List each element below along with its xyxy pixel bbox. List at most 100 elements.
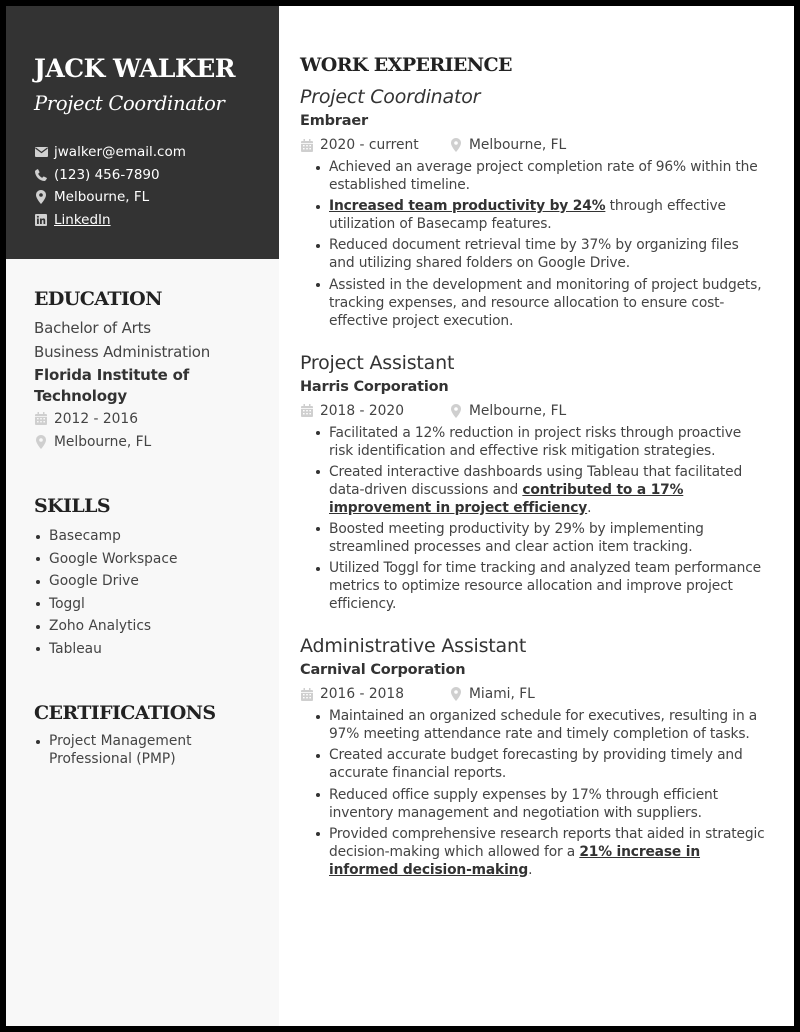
main-content: WORK EXPERIENCE Project Coordinator Embr… [279, 6, 794, 1026]
location-text: Melbourne, FL [54, 189, 150, 206]
contact-phone[interactable]: (123) 456-7890 [34, 164, 279, 187]
achievement-item: Provided comprehensive research reports … [314, 825, 768, 879]
sidebar: JACK WALKER Project Coordinator jwalker@… [6, 6, 279, 1026]
education-location-text: Melbourne, FL [54, 433, 152, 450]
calendar-icon [34, 412, 48, 426]
achievement-item: Created interactive dashboards using Tab… [314, 463, 768, 517]
achievement-text: Boosted meeting productivity by 29% by i… [329, 520, 704, 555]
achievement-item: Boosted meeting productivity by 29% by i… [314, 520, 768, 556]
job-dates: 2020 - current [300, 137, 449, 153]
contact-email[interactable]: jwalker@email.com [34, 141, 279, 164]
job-meta: 2016 - 2018 Miami, FL [300, 681, 768, 707]
map-pin-icon [34, 434, 48, 449]
achievement-text: Maintained an organized schedule for exe… [329, 708, 758, 743]
achievement-text: Reduced office supply expenses by 17% th… [329, 786, 718, 821]
contact-linkedin[interactable]: LinkedIn [34, 209, 279, 232]
job-location-text: Melbourne, FL [469, 137, 567, 153]
company-name: Embraer [300, 113, 368, 129]
achievement-item: Maintained an organized schedule for exe… [314, 707, 768, 743]
contact-list: jwalker@email.com (123) 456-7890 Melbour… [34, 141, 279, 231]
job-location: Miami, FL [449, 686, 535, 702]
job-dates: 2018 - 2020 [300, 403, 449, 419]
job-bullets: Facilitated a 12% reduction in project r… [314, 424, 768, 614]
education-heading: EDUCATION [34, 288, 163, 310]
achievement-text: Achieved an average project completion r… [329, 159, 758, 193]
job-list: Project Coordinator Embraer 2020 - curre… [300, 84, 768, 879]
certification-item: Project Management Professional (PMP) [34, 732, 224, 768]
skill-item: Basecamp [34, 525, 279, 548]
achievement-text: Created accurate budget forecasting by p… [329, 747, 743, 782]
map-pin-icon [449, 138, 463, 152]
linkedin-icon [34, 213, 48, 227]
achievement-item: Reduced document retrieval time by 37% b… [314, 236, 768, 272]
envelope-icon [34, 145, 48, 159]
job-title: Project Assistant [300, 351, 455, 374]
linkedin-link[interactable]: LinkedIn [54, 212, 111, 228]
resume-page: JACK WALKER Project Coordinator jwalker@… [6, 6, 794, 1026]
certifications-heading: CERTIFICATIONS [34, 702, 216, 724]
education-location: Melbourne, FL [34, 430, 279, 453]
job-location: Melbourne, FL [449, 403, 566, 419]
skills-section: SKILLS Basecamp Google Workspace Google … [6, 493, 279, 660]
company-name: Harris Corporation [300, 378, 449, 395]
calendar-icon [300, 138, 314, 152]
work-experience-heading: WORK EXPERIENCE [300, 54, 513, 76]
map-pin-icon [34, 190, 48, 205]
map-pin-icon [449, 687, 463, 702]
phone-icon [34, 168, 48, 182]
job-meta: 2018 - 2020 Melbourne, FL [300, 398, 768, 424]
achievement-item: Increased team productivity by 24% throu… [314, 197, 768, 233]
job-entry: Project Assistant Harris Corporation 201… [300, 350, 768, 614]
job-dates-text: 2018 - 2020 [320, 402, 404, 419]
skill-item: Google Workspace [34, 548, 279, 571]
job-title: Project Coordinator [300, 86, 481, 108]
achievement-item: Assisted in the development and monitori… [314, 276, 768, 330]
degree: Bachelor of Arts [34, 319, 151, 337]
skill-item: Zoho Analytics [34, 615, 279, 638]
job-title: Administrative Assistant [300, 635, 527, 658]
achievement-text-end: . [587, 499, 592, 516]
job-bullets: Maintained an organized schedule for exe… [314, 707, 768, 879]
job-dates-text: 2020 - current [320, 137, 419, 153]
skill-item: Toggl [34, 593, 279, 616]
job-meta: 2020 - current Melbourne, FL [300, 132, 768, 158]
education-section: EDUCATION Bachelor of Arts Business Admi… [6, 286, 279, 453]
phone-text: (123) 456-7890 [54, 166, 160, 183]
job-entry: Project Coordinator Embraer 2020 - curre… [300, 84, 768, 330]
achievement-text: Assisted in the development and monitori… [329, 276, 762, 329]
candidate-name: JACK WALKER [34, 54, 236, 83]
job-dates-text: 2016 - 2018 [320, 686, 404, 703]
job-location-text: Miami, FL [469, 686, 535, 703]
map-pin-icon [449, 403, 463, 418]
achievement-item: Reduced office supply expenses by 17% th… [314, 786, 768, 822]
profile-header: JACK WALKER Project Coordinator jwalker@… [6, 6, 279, 259]
job-dates: 2016 - 2018 [300, 686, 449, 702]
achievement-item: Created accurate budget forecasting by p… [314, 746, 768, 782]
job-entry: Administrative Assistant Carnival Corpor… [300, 633, 768, 879]
achievement-text-end: . [528, 861, 533, 878]
certifications-section: CERTIFICATIONS Project Management Profes… [6, 700, 279, 768]
achievement-text: Reduced document retrieval time by 37% b… [329, 237, 739, 272]
candidate-title: Project Coordinator [34, 92, 225, 115]
skills-heading: SKILLS [34, 495, 111, 517]
certifications-list: Project Management Professional (PMP) [34, 732, 224, 768]
job-location-text: Melbourne, FL [469, 402, 567, 419]
achievement-text: Utilized Toggl for time tracking and ana… [329, 560, 761, 613]
skill-item: Tableau [34, 638, 279, 661]
education-dates-text: 2012 - 2016 [54, 410, 138, 427]
achievement-item: Utilized Toggl for time tracking and ana… [314, 559, 768, 613]
email-text: jwalker@email.com [54, 144, 186, 161]
achievement-text: Facilitated a 12% reduction in project r… [329, 424, 742, 459]
company-name: Carnival Corporation [300, 662, 466, 679]
achievement-item: Achieved an average project completion r… [314, 158, 768, 194]
contact-location: Melbourne, FL [34, 186, 279, 209]
skills-list: Basecamp Google Workspace Google Drive T… [34, 525, 279, 660]
achievement-item: Facilitated a 12% reduction in project r… [314, 424, 768, 460]
calendar-icon [300, 687, 314, 701]
job-bullets: Achieved an average project completion r… [314, 158, 768, 330]
school-name: Florida Institute of Technology [34, 366, 190, 405]
calendar-icon [300, 404, 314, 418]
achievement-highlight: Increased team productivity by 24% [329, 198, 606, 215]
job-location: Melbourne, FL [449, 137, 566, 153]
field-of-study: Business Administration [34, 343, 211, 361]
